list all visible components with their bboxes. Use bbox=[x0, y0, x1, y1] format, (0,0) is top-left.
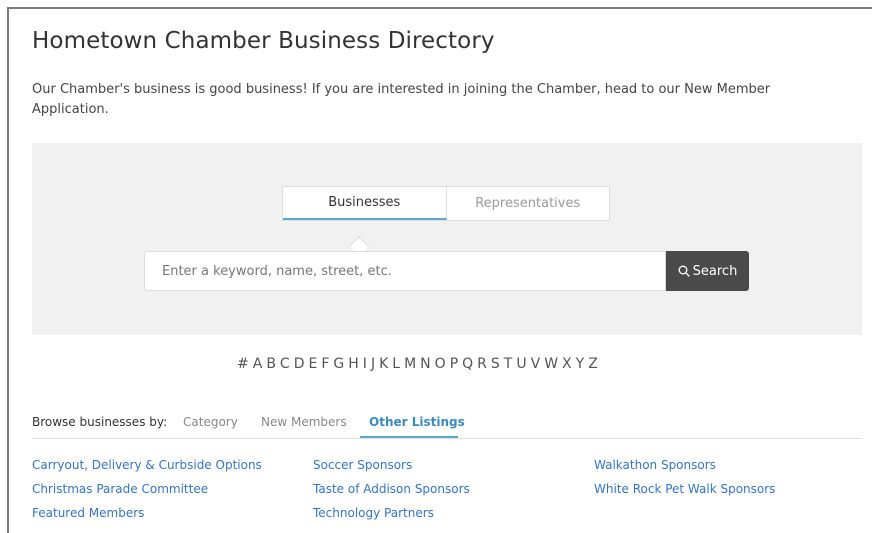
listing-link[interactable]: Walkathon Sponsors bbox=[594, 453, 775, 477]
window-frame-top bbox=[7, 7, 872, 9]
alpha-letter-d[interactable]: D bbox=[294, 356, 305, 372]
alpha-letter-w[interactable]: W bbox=[544, 356, 558, 372]
search-button-label: Search bbox=[692, 263, 738, 279]
alpha-letter-z[interactable]: Z bbox=[588, 356, 598, 372]
listing-link[interactable]: Christmas Parade Committee bbox=[32, 477, 262, 501]
search-input[interactable] bbox=[144, 251, 666, 291]
search-tabs: Businesses Representatives bbox=[282, 186, 610, 221]
alpha-letter-r[interactable]: R bbox=[477, 356, 487, 372]
alpha-letter-k[interactable]: K bbox=[379, 356, 388, 372]
window-frame-left bbox=[7, 7, 9, 533]
alpha-letter-j[interactable]: J bbox=[371, 356, 375, 372]
listings-column-2: Soccer Sponsors Taste of Addison Sponsor… bbox=[313, 453, 470, 525]
browse-tab-other-listings[interactable]: Other Listings bbox=[369, 415, 465, 429]
alpha-letter-hash[interactable]: # bbox=[237, 356, 249, 372]
alpha-letter-q[interactable]: Q bbox=[462, 356, 473, 372]
alpha-letter-x[interactable]: X bbox=[562, 356, 572, 372]
alpha-letter-o[interactable]: O bbox=[435, 356, 446, 372]
search-icon bbox=[678, 265, 690, 277]
listings-column-3: Walkathon Sponsors White Rock Pet Walk S… bbox=[594, 453, 775, 501]
alpha-letter-f[interactable]: F bbox=[321, 356, 329, 372]
alpha-letter-n[interactable]: N bbox=[420, 356, 430, 372]
alpha-letter-v[interactable]: V bbox=[531, 356, 541, 372]
tab-businesses[interactable]: Businesses bbox=[283, 187, 447, 220]
listing-link[interactable]: Featured Members bbox=[32, 501, 262, 525]
browse-tab-category[interactable]: Category bbox=[183, 415, 238, 429]
alpha-letter-u[interactable]: U bbox=[516, 356, 526, 372]
search-panel: Businesses Representatives Search bbox=[32, 143, 862, 335]
search-button[interactable]: Search bbox=[666, 251, 749, 291]
alpha-letter-g[interactable]: G bbox=[333, 356, 344, 372]
listing-link[interactable]: Soccer Sponsors bbox=[313, 453, 470, 477]
listing-link[interactable]: Taste of Addison Sponsors bbox=[313, 477, 470, 501]
browse-bar: Browse businesses by: Category New Membe… bbox=[32, 414, 862, 439]
alpha-letter-e[interactable]: E bbox=[308, 356, 317, 372]
browse-label: Browse businesses by: bbox=[32, 415, 168, 429]
alpha-letter-y[interactable]: Y bbox=[576, 356, 585, 372]
page-title: Hometown Chamber Business Directory bbox=[32, 28, 495, 54]
listings-column-1: Carryout, Delivery & Curbside Options Ch… bbox=[32, 453, 262, 525]
listing-link[interactable]: Carryout, Delivery & Curbside Options bbox=[32, 453, 262, 477]
alphabet-filter: # A B C D E F G H I J K L M N O P Q R S … bbox=[237, 356, 598, 372]
alpha-letter-t[interactable]: T bbox=[504, 356, 513, 372]
alpha-letter-m[interactable]: M bbox=[404, 356, 416, 372]
browse-tab-new-members[interactable]: New Members bbox=[261, 415, 347, 429]
alpha-letter-c[interactable]: C bbox=[280, 356, 290, 372]
intro-text: Our Chamber's business is good business!… bbox=[32, 82, 771, 117]
listing-link[interactable]: White Rock Pet Walk Sponsors bbox=[594, 477, 775, 501]
alpha-letter-s[interactable]: S bbox=[491, 356, 500, 372]
active-tab-underline bbox=[360, 436, 458, 438]
alpha-letter-h[interactable]: H bbox=[348, 356, 359, 372]
alpha-letter-p[interactable]: P bbox=[450, 356, 458, 372]
alpha-letter-i[interactable]: I bbox=[363, 356, 367, 372]
alpha-letter-a[interactable]: A bbox=[253, 356, 263, 372]
alpha-letter-l[interactable]: L bbox=[392, 356, 400, 372]
alpha-letter-b[interactable]: B bbox=[266, 356, 276, 372]
tab-representatives[interactable]: Representatives bbox=[447, 187, 610, 220]
listing-link[interactable]: Technology Partners bbox=[313, 501, 470, 525]
